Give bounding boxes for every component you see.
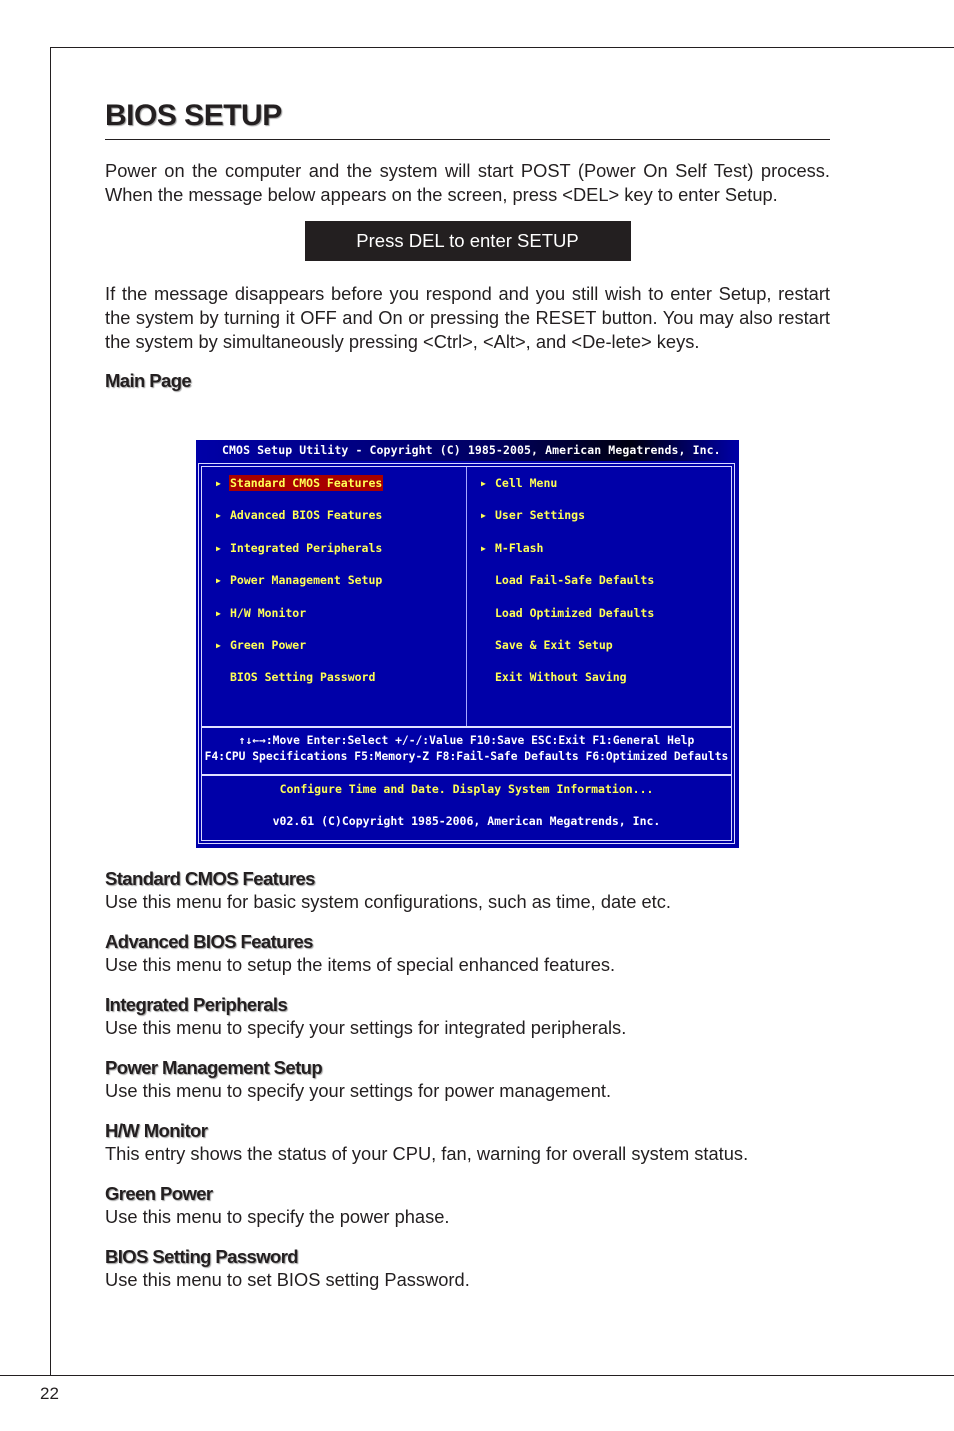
bios-outer-frame: ▶ Standard CMOS Features ▶ Advanced BIOS F… — [198, 463, 735, 844]
description-text: Use this menu to specify your settings f… — [105, 1080, 612, 1101]
bios-key-help-line-2: F4:CPU Specifications F5:Memory-Z F8:Fai… — [204, 750, 729, 763]
bios-key-help: ↑↓←→:Move Enter:Select +/-/:Value F10:Sa… — [202, 733, 731, 765]
bios-inner-frame: ▶ Standard CMOS Features ▶ Advanced BIOS F… — [201, 466, 732, 841]
bios-right-menu: ▶ Cell Menu ▶ User Settings ▶ M-Flash Load … — [481, 475, 655, 702]
triangle-right-icon: ▶ — [216, 608, 221, 618]
bios-item-load-fail-safe-defaults[interactable]: Load Fail-Safe Defaults — [481, 572, 655, 604]
bios-item-label: Advanced BIOS Features — [230, 508, 383, 523]
restart-paragraph: If the message disappears before you res… — [105, 283, 830, 352]
triangle-right-icon: ▶ — [481, 543, 486, 553]
description-integrated-peripherals: Integrated Peripherals Use this menu to … — [105, 994, 830, 1057]
bios-menu-area: ▶ Standard CMOS Features ▶ Advanced BIOS F… — [202, 467, 731, 726]
page-number: 22 — [40, 1384, 59, 1403]
bios-item-label: Cell Menu — [495, 476, 558, 490]
bios-item-label: Green Power — [230, 637, 307, 652]
description-text: Use this menu to specify your settings f… — [105, 1017, 627, 1038]
bios-item-label: Load Optimized Defaults — [495, 605, 655, 620]
description-title: H/W Monitor — [105, 1120, 208, 1141]
page-frame-top-rule — [50, 47, 954, 48]
description-text: Use this menu to set BIOS setting Passwo… — [105, 1269, 470, 1290]
bios-item-standard-cmos-features[interactable]: ▶ Standard CMOS Features — [216, 475, 384, 507]
description-text: Use this menu to setup the items of spec… — [105, 954, 616, 975]
bios-status-line: Configure Time and Date. Display System … — [279, 782, 654, 796]
page-title: BIOS SETUP — [105, 99, 282, 132]
bios-item-label: BIOS Setting Password — [230, 670, 376, 685]
bios-key-help-line-1: ↑↓←→:Move Enter:Select +/-/:Value F10:Sa… — [238, 734, 695, 747]
main-content: BIOS SETUP Power on the computer and the… — [105, 96, 830, 392]
triangle-right-icon: ▶ — [481, 479, 486, 488]
bios-item-label: H/W Monitor — [230, 605, 307, 620]
description-advanced-bios-features: Advanced BIOS Features Use this menu to … — [105, 931, 830, 994]
bios-item-label: Exit Without Saving — [495, 670, 627, 685]
bios-item-green-power[interactable]: ▶ Green Power — [216, 637, 383, 669]
description-title: Power Management Setup — [105, 1057, 323, 1078]
bios-item-integrated-peripherals[interactable]: ▶ Integrated Peripherals — [216, 540, 383, 572]
description-title: Standard CMOS Features — [105, 868, 315, 889]
bios-item-exit-without-saving[interactable]: Exit Without Saving — [481, 669, 655, 701]
bios-divider-status — [202, 774, 731, 776]
bios-item-user-settings[interactable]: ▶ User Settings — [481, 507, 655, 539]
intro-paragraph: Power on the computer and the system wil… — [105, 160, 830, 205]
bios-item-label: Load Fail-Safe Defaults — [495, 573, 655, 588]
bios-item-power-management-setup[interactable]: ▶ Power Management Setup — [216, 572, 383, 604]
bios-item-hw-monitor[interactable]: ▶ H/W Monitor — [216, 605, 383, 637]
bios-item-cell-menu[interactable]: ▶ Cell Menu — [481, 475, 655, 507]
bios-item-label: Integrated Peripherals — [230, 540, 383, 555]
description-title: Advanced BIOS Features — [105, 931, 313, 952]
del-message-wrapper: Press DEL to enter SETUP — [105, 221, 830, 261]
description-bios-setting-password: BIOS Setting Password Use this menu to s… — [105, 1246, 830, 1309]
bios-item-load-optimized-defaults[interactable]: Load Optimized Defaults — [481, 605, 655, 637]
bios-item-label: Power Management Setup — [230, 573, 383, 588]
triangle-right-icon: ▶ — [216, 479, 221, 488]
bios-item-label: Save & Exit Setup — [495, 637, 613, 652]
page-frame-left-rule — [50, 47, 51, 1375]
triangle-right-icon: ▶ — [216, 640, 221, 650]
triangle-right-icon: ▶ — [216, 543, 221, 553]
title-rule — [105, 139, 830, 140]
main-page-label: Main Page — [105, 370, 192, 391]
bios-item-advanced-bios-features[interactable]: ▶ Advanced BIOS Features — [216, 507, 383, 539]
description-hw-monitor: H/W Monitor This entry shows the status … — [105, 1120, 830, 1183]
bios-item-save-exit-setup[interactable]: Save & Exit Setup — [481, 637, 655, 669]
bios-column-divider — [466, 467, 467, 726]
bios-item-label: Standard CMOS Features — [229, 475, 384, 491]
del-message-box: Press DEL to enter SETUP — [304, 221, 631, 261]
description-text: Use this menu to specify the power phase… — [105, 1206, 450, 1227]
description-title: Integrated Peripherals — [105, 994, 288, 1015]
description-text: Use this menu for basic system configura… — [105, 891, 671, 912]
description-power-management-setup: Power Management Setup Use this menu to … — [105, 1057, 830, 1120]
description-text: This entry shows the status of your CPU,… — [105, 1143, 749, 1164]
triangle-right-icon: ▶ — [481, 511, 486, 521]
bios-version-line: v02.61 (C)Copyright 1985-2006, American … — [272, 814, 661, 828]
description-title: Green Power — [105, 1183, 213, 1204]
bios-item-label: User Settings — [495, 508, 586, 523]
description-green-power: Green Power Use this menu to specify the… — [105, 1183, 830, 1246]
bios-title-bar: CMOS Setup Utility - Copyright (C) 1985-… — [196, 440, 739, 461]
bios-item-label: M-Flash — [495, 540, 544, 555]
triangle-right-icon: ▶ — [216, 576, 221, 586]
bios-divider-keys — [202, 726, 731, 728]
bios-screen: CMOS Setup Utility - Copyright (C) 1985-… — [196, 440, 739, 848]
bios-item-m-flash[interactable]: ▶ M-Flash — [481, 540, 655, 572]
bios-item-bios-setting-password[interactable]: BIOS Setting Password — [216, 669, 383, 701]
triangle-right-icon: ▶ — [216, 511, 221, 521]
menu-descriptions: Standard CMOS Features Use this menu for… — [105, 868, 830, 1309]
bios-left-menu: ▶ Standard CMOS Features ▶ Advanced BIOS F… — [216, 475, 384, 702]
description-standard-cmos-features: Standard CMOS Features Use this menu for… — [105, 868, 830, 931]
description-title: BIOS Setting Password — [105, 1246, 299, 1267]
page-frame-bottom-rule — [0, 1375, 954, 1376]
